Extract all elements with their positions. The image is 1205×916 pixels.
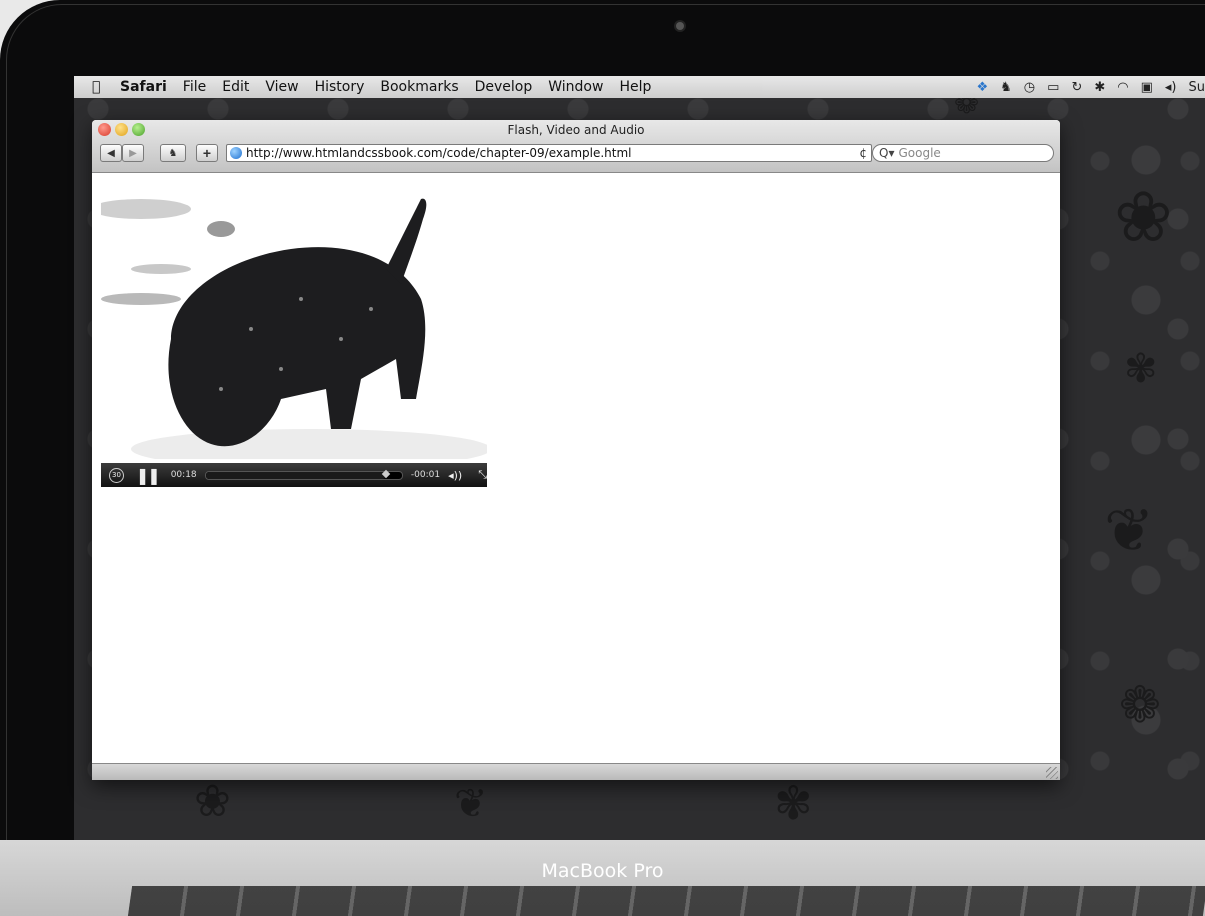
clock-partial[interactable]: Su	[1189, 80, 1205, 95]
forward-arrow-icon: ▶	[129, 147, 137, 159]
address-bar[interactable]: http://www.htmlandcssbook.com/code/chapt…	[226, 144, 872, 162]
menu-history[interactable]: History	[315, 79, 365, 95]
menu-app-safari[interactable]: Safari	[120, 79, 167, 95]
search-icon: Q▾	[879, 146, 895, 160]
menu-window[interactable]: Window	[548, 79, 603, 95]
dropbox-icon[interactable]: ❖	[976, 80, 988, 95]
menu-extras: ❖ ♞ ◷ ▭ ↻ ✱ ◠ ▣ ◂) Su	[976, 76, 1205, 98]
apple-icon[interactable]: 	[92, 79, 106, 95]
back-arrow-icon: ◀	[107, 147, 115, 159]
add-bookmark-button[interactable]: +	[196, 144, 218, 162]
menu-help[interactable]: Help	[619, 79, 651, 95]
display-icon[interactable]: ▭	[1047, 80, 1059, 95]
bluetooth-icon[interactable]: ✱	[1094, 80, 1105, 95]
menu-develop[interactable]: Develop	[475, 79, 533, 95]
elapsed-time: 00:18	[170, 470, 197, 480]
menu-edit[interactable]: Edit	[222, 79, 249, 95]
fullscreen-icon[interactable]: ⤡	[478, 468, 487, 482]
globe-icon	[230, 147, 242, 159]
window-titlebar: Flash, Video and Audio ◀ ▶ ♞ + http://ww…	[92, 120, 1060, 173]
evernote-icon: ♞	[168, 147, 178, 159]
reload-icon[interactable]: ¢	[859, 146, 867, 160]
laptop: ❀ ✾ ❦ ❁ ❀ ❦ ✾ ❁  Safari File Edit View …	[0, 0, 1205, 916]
video-controls: 30 ❚❚ 00:18 -00:01 ◂)) ⤡	[101, 463, 487, 487]
replay-30-icon[interactable]: 30	[109, 467, 124, 483]
status-bar	[92, 763, 1060, 780]
remaining-time: -00:01	[410, 470, 441, 480]
time-machine-icon[interactable]: ◷	[1024, 80, 1035, 95]
sync-icon[interactable]: ↻	[1071, 80, 1082, 95]
search-field[interactable]: Q▾ Google	[872, 144, 1054, 162]
device-label: MacBook Pro	[541, 860, 664, 882]
back-button[interactable]: ◀	[100, 144, 122, 162]
pause-button[interactable]: ❚❚	[136, 466, 161, 485]
camera	[676, 22, 684, 30]
resize-grip-icon[interactable]	[1046, 767, 1058, 779]
safari-window: Flash, Video and Audio ◀ ▶ ♞ + http://ww…	[92, 120, 1060, 780]
menu-bar:  Safari File Edit View History Bookmark…	[74, 76, 1205, 98]
menu-bookmarks[interactable]: Bookmarks	[380, 79, 458, 95]
video-image	[101, 189, 487, 459]
search-placeholder: Google	[898, 146, 941, 160]
progress-fill	[205, 471, 387, 479]
video-frame[interactable]	[101, 189, 487, 459]
evernote-icon[interactable]: ♞	[1000, 80, 1012, 95]
window-title: Flash, Video and Audio	[507, 123, 645, 137]
forward-button[interactable]: ▶	[122, 144, 144, 162]
wifi-icon[interactable]: ◠	[1117, 80, 1128, 95]
input-menu-icon[interactable]: ▣	[1141, 80, 1153, 95]
video-scrubber[interactable]	[204, 469, 403, 480]
menu-file[interactable]: File	[183, 79, 206, 95]
volume-icon[interactable]: ◂))	[448, 469, 462, 482]
keyboard	[127, 886, 1205, 916]
toolbar: ◀ ▶ ♞ + http://www.htmlandcssbook.com/co…	[100, 144, 1054, 164]
evernote-button[interactable]: ♞	[160, 144, 186, 162]
page-content: 30 ❚❚ 00:18 -00:01 ◂)) ⤡	[92, 173, 1060, 764]
url-text: http://www.htmlandcssbook.com/code/chapt…	[246, 146, 632, 160]
plus-icon: +	[202, 145, 212, 161]
menu-view[interactable]: View	[265, 79, 298, 95]
volume-icon[interactable]: ◂)	[1165, 80, 1177, 95]
